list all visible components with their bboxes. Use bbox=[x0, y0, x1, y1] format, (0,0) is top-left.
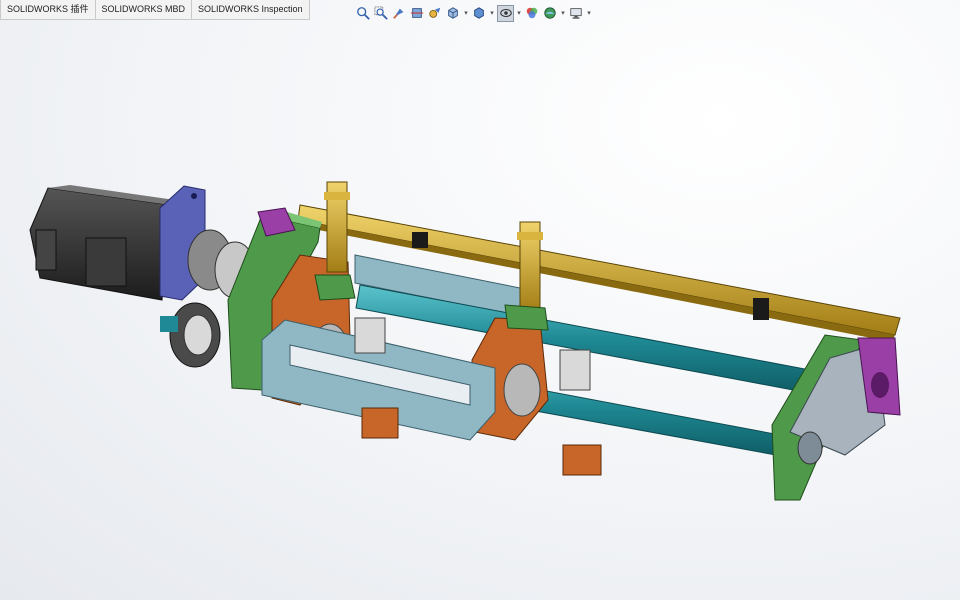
hide-show-items-icon[interactable] bbox=[497, 4, 514, 22]
command-manager-tabs: SOLIDWORKS 插件 SOLIDWORKS MBD SOLIDWORKS … bbox=[0, 0, 310, 20]
view-orientation-dropdown-icon[interactable]: ▾ bbox=[463, 5, 469, 21]
tab-solidworks-addins[interactable]: SOLIDWORKS 插件 bbox=[0, 0, 96, 19]
dynamic-annotation-icon[interactable] bbox=[427, 5, 443, 21]
hide-show-items-dropdown-icon[interactable]: ▾ bbox=[516, 5, 522, 21]
assembly-model[interactable] bbox=[0, 0, 960, 600]
rail-carriage-1[interactable] bbox=[412, 232, 428, 248]
section-view-icon[interactable] bbox=[409, 5, 425, 21]
belt-pulley[interactable] bbox=[160, 302, 221, 368]
graphics-area[interactable]: SOLIDWORKS 插件 SOLIDWORKS MBD SOLIDWORKS … bbox=[0, 0, 960, 600]
left-green-clamp[interactable] bbox=[314, 274, 356, 301]
edit-appearance-icon[interactable] bbox=[524, 5, 540, 21]
apply-scene-dropdown-icon[interactable]: ▾ bbox=[560, 5, 566, 21]
apply-scene-icon[interactable] bbox=[542, 5, 558, 21]
left-vertical-pin[interactable] bbox=[324, 181, 350, 273]
display-style-icon[interactable] bbox=[471, 5, 487, 21]
previous-view-icon[interactable] bbox=[391, 5, 407, 21]
tab-solidworks-inspection[interactable]: SOLIDWORKS Inspection bbox=[192, 0, 310, 19]
right-vertical-pin[interactable] bbox=[517, 221, 543, 313]
rail-carriage-2[interactable] bbox=[753, 298, 769, 320]
zoom-to-area-icon[interactable] bbox=[373, 5, 389, 21]
view-settings-dropdown-icon[interactable]: ▾ bbox=[586, 5, 592, 21]
view-orientation-icon[interactable] bbox=[445, 5, 461, 21]
heads-up-view-toolbar: ▾ ▾ ▾ ▾ ▾ bbox=[355, 2, 592, 24]
tab-solidworks-mbd[interactable]: SOLIDWORKS MBD bbox=[96, 0, 193, 19]
view-settings-icon[interactable] bbox=[568, 5, 584, 21]
display-style-dropdown-icon[interactable]: ▾ bbox=[489, 5, 495, 21]
right-green-clamp[interactable] bbox=[504, 304, 549, 331]
servo-motor[interactable] bbox=[29, 185, 175, 301]
zoom-to-fit-icon[interactable] bbox=[355, 5, 371, 21]
